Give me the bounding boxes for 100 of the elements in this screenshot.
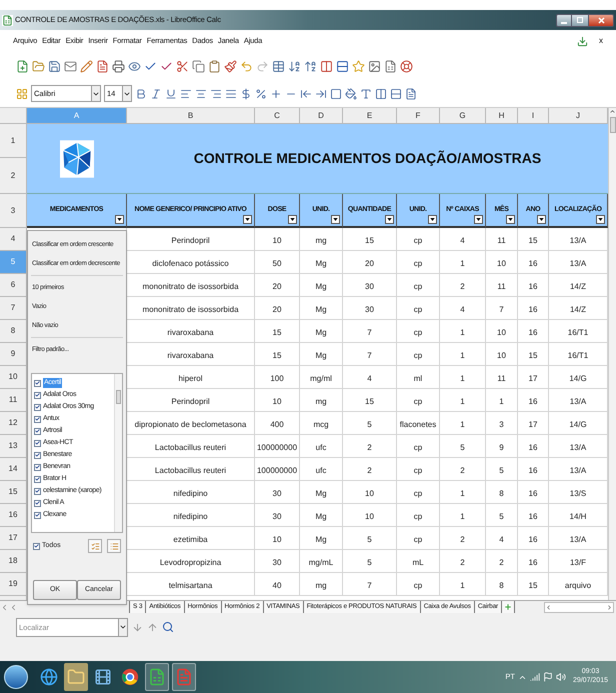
signal-icon[interactable] xyxy=(530,672,540,682)
row-header[interactable]: 15 xyxy=(0,481,27,504)
row-header[interactable]: 11 xyxy=(0,389,27,412)
mail-icon[interactable] xyxy=(64,60,77,72)
search-icon[interactable] xyxy=(162,621,174,633)
checkbox[interactable] xyxy=(34,428,41,434)
column-header[interactable]: F xyxy=(397,108,440,124)
add-sheet-button[interactable] xyxy=(501,601,516,613)
sort-descending-icon[interactable] xyxy=(304,60,317,72)
column-header[interactable]: J xyxy=(549,108,608,124)
add-decimal-icon[interactable] xyxy=(270,88,282,100)
checkbox[interactable] xyxy=(34,380,41,386)
filter-button[interactable] xyxy=(331,215,340,224)
row-header[interactable]: 16 xyxy=(0,504,27,527)
filter-button[interactable] xyxy=(428,215,437,224)
checkbox[interactable] xyxy=(34,512,41,518)
folder-icon[interactable] xyxy=(32,60,45,72)
pencil-icon[interactable] xyxy=(80,60,93,72)
close-button[interactable] xyxy=(588,14,614,26)
checkbox[interactable] xyxy=(34,500,41,506)
start-button[interactable] xyxy=(4,665,28,689)
uncheck-all-button[interactable] xyxy=(107,539,121,553)
row-header[interactable]: 10 xyxy=(0,366,27,389)
scissors-icon[interactable] xyxy=(176,60,189,72)
font-color-icon[interactable] xyxy=(360,88,372,100)
decrease-indent-icon[interactable] xyxy=(300,88,312,100)
filter-button[interactable] xyxy=(596,215,605,224)
row-header[interactable]: 18 xyxy=(0,550,27,573)
star-icon[interactable] xyxy=(352,60,365,72)
checkbox[interactable] xyxy=(34,416,41,422)
help-icon[interactable] xyxy=(400,60,413,72)
bold-icon[interactable] xyxy=(135,88,147,100)
align-center-icon[interactable] xyxy=(195,88,207,100)
checkbox[interactable] xyxy=(34,452,41,458)
percent-icon[interactable] xyxy=(255,88,267,100)
row-header[interactable]: 1 xyxy=(0,124,27,158)
row-header[interactable]: 3 xyxy=(0,194,27,228)
row-header[interactable]: 2 xyxy=(0,158,27,194)
filter-button[interactable] xyxy=(474,215,483,224)
download-icon[interactable] xyxy=(577,36,588,46)
check-all-button[interactable] xyxy=(88,539,102,553)
row-header[interactable]: 12 xyxy=(0,412,27,435)
filter-button[interactable] xyxy=(288,215,297,224)
row-header[interactable]: 8 xyxy=(0,320,27,343)
checkbox[interactable] xyxy=(34,404,41,410)
column-header[interactable]: G xyxy=(440,108,486,124)
filter-button[interactable] xyxy=(537,215,546,224)
align-justify-icon[interactable] xyxy=(225,88,237,100)
row-header[interactable]: 6 xyxy=(0,274,27,297)
dropdown-button[interactable] xyxy=(119,618,128,636)
column-header[interactable]: B xyxy=(127,108,255,124)
paint-bucket-icon[interactable] xyxy=(345,88,357,100)
list-scrollbar[interactable] xyxy=(114,374,122,532)
sort-ascending-icon[interactable] xyxy=(288,60,301,72)
row-header[interactable]: 14 xyxy=(0,458,27,481)
new-document-icon[interactable] xyxy=(16,60,29,72)
align-left-icon[interactable] xyxy=(180,88,192,100)
checkbox[interactable] xyxy=(34,440,41,446)
italic-icon[interactable] xyxy=(150,88,162,100)
pdf-icon[interactable] xyxy=(96,60,109,72)
filter-button[interactable] xyxy=(243,215,252,224)
printer-icon[interactable] xyxy=(112,60,125,72)
align-right-icon[interactable] xyxy=(210,88,222,100)
column-header[interactable]: C xyxy=(255,108,300,124)
filter-button[interactable] xyxy=(506,215,515,224)
borders-icon[interactable] xyxy=(330,88,342,100)
row-header[interactable]: 13 xyxy=(0,435,27,458)
clipboard-icon[interactable] xyxy=(208,60,221,72)
eye-icon[interactable] xyxy=(128,60,141,72)
column-header[interactable]: D xyxy=(300,108,343,124)
columns-icon[interactable] xyxy=(375,88,387,100)
row-header[interactable]: 4 xyxy=(0,228,27,251)
horizontal-scrollbar[interactable] xyxy=(544,602,614,612)
checkbox[interactable] xyxy=(34,476,41,482)
row-header[interactable]: 9 xyxy=(0,343,27,366)
maximize-button[interactable] xyxy=(572,14,588,26)
sheet-icon[interactable] xyxy=(384,60,397,72)
checkbox[interactable] xyxy=(34,488,41,494)
checkbox[interactable] xyxy=(34,392,41,398)
checkbox[interactable] xyxy=(33,542,40,550)
row-header[interactable]: 17 xyxy=(0,527,27,550)
row-header[interactable]: 7 xyxy=(0,297,27,320)
scrollbar-thumb[interactable] xyxy=(610,117,616,133)
filter-button[interactable] xyxy=(115,215,124,224)
paintbrush-icon[interactable] xyxy=(224,60,237,72)
first-sheet-icon[interactable] xyxy=(0,602,9,612)
document-icon[interactable] xyxy=(405,88,417,100)
vertical-scrollbar[interactable] xyxy=(608,108,616,600)
column-header[interactable]: E xyxy=(343,108,397,124)
table-icon[interactable] xyxy=(272,60,285,72)
increase-indent-icon[interactable] xyxy=(315,88,327,100)
filter-button[interactable] xyxy=(385,215,394,224)
volume-icon[interactable] xyxy=(556,672,566,682)
previous-sheet-icon[interactable] xyxy=(9,602,18,612)
row-header[interactable]: 19 xyxy=(0,573,27,596)
minimize-button[interactable] xyxy=(556,14,572,26)
checkbox[interactable] xyxy=(34,464,41,470)
flag-icon[interactable] xyxy=(542,672,553,682)
column-header[interactable]: I xyxy=(518,108,549,124)
column-header[interactable]: H xyxy=(486,108,518,124)
